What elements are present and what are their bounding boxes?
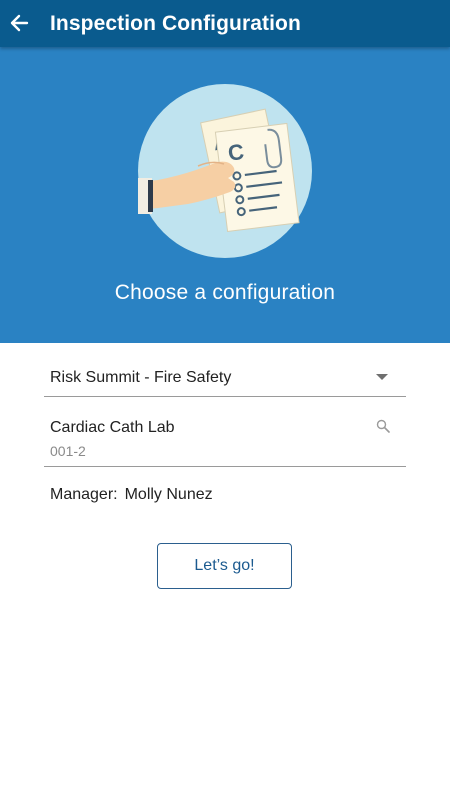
configuration-select[interactable]: Risk Summit - Fire Safety	[44, 360, 406, 397]
search-icon[interactable]	[376, 419, 390, 433]
hero-banner: AB C Choose a configuration	[0, 47, 450, 343]
choose-configuration-heading: Choose a configuration	[114, 281, 336, 304]
page-title: Inspection Configuration	[50, 12, 301, 35]
hand-holding-documents-illustration: AB C	[138, 84, 312, 258]
manager-label: Manager:	[50, 486, 118, 503]
configuration-select-value: Risk Summit - Fire Safety	[50, 369, 232, 386]
dropdown-arrow-icon	[376, 374, 388, 380]
svg-text:C: C	[227, 139, 246, 166]
location-name: Cardiac Cath Lab	[50, 419, 175, 436]
manager-name: Molly Nunez	[124, 486, 213, 503]
location-code: 001-2	[50, 443, 86, 459]
location-search-field[interactable]: Cardiac Cath Lab 001-2	[44, 410, 406, 467]
manager-row: Manager: Molly Nunez	[50, 486, 213, 504]
lets-go-button[interactable]: Let’s go!	[157, 543, 292, 589]
back-button[interactable]	[2, 4, 36, 42]
app-bar: Inspection Configuration	[0, 0, 450, 47]
arrow-left-icon	[10, 14, 29, 32]
